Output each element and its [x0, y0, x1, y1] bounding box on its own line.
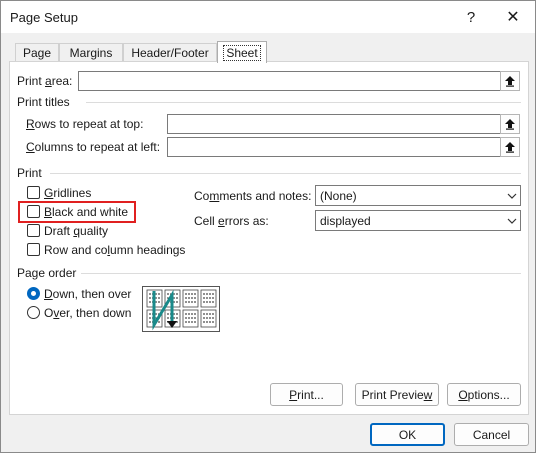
down-then-over-radio[interactable] [27, 287, 40, 300]
over-then-down-label: Over, then down [44, 306, 132, 320]
cell-errors-label: Cell errors as: [194, 214, 269, 228]
row-column-headings-checkbox[interactable] [27, 243, 40, 256]
print-area-label: Print area: [17, 74, 73, 88]
comments-select-value: (None) [320, 188, 357, 203]
tab-sheet[interactable]: Sheet [217, 41, 267, 63]
cols-repeat-label: Columns to repeat at left: [26, 140, 161, 154]
highlight-box [18, 201, 136, 223]
comments-label: Comments and notes: [194, 189, 312, 203]
collapse-arrow-icon [505, 142, 515, 153]
cols-repeat-collapse-button[interactable] [500, 137, 520, 157]
row-column-headings-label: Row and column headings [44, 243, 186, 257]
chevron-down-icon [502, 186, 520, 205]
print-preview-button[interactable]: Print Previe w [355, 383, 439, 406]
help-button[interactable]: ? [449, 3, 493, 31]
print-area-input[interactable] [78, 71, 502, 91]
print-titles-heading: Print titles [17, 95, 70, 109]
title-bar: Page Setup ? ✕ [1, 1, 535, 33]
close-button[interactable]: ✕ [491, 3, 535, 31]
tab-page[interactable]: Page [15, 43, 59, 62]
page-setup-dialog: Page Setup ? ✕ Page Margins Header/Foote… [0, 0, 536, 453]
comments-select[interactable]: (None) [315, 185, 521, 206]
print-button[interactable]: Print... [270, 383, 343, 406]
draft-quality-checkbox[interactable] [27, 224, 40, 237]
ok-button[interactable]: OK [370, 423, 445, 446]
collapse-arrow-icon [505, 76, 515, 87]
tab-header-footer[interactable]: Header/Footer [123, 43, 217, 62]
tab-sheet-label: Sheet [223, 44, 261, 61]
print-divider [50, 173, 521, 174]
rows-repeat-collapse-button[interactable] [500, 114, 520, 134]
rows-repeat-input[interactable] [167, 114, 502, 134]
collapse-arrow-icon [505, 119, 515, 130]
cancel-button[interactable]: Cancel [454, 423, 529, 446]
print-heading: Print [17, 166, 42, 180]
print-area-collapse-button[interactable] [500, 71, 520, 91]
page-order-heading: Page order [17, 266, 77, 280]
over-then-down-radio[interactable] [27, 306, 40, 319]
page-order-divider [81, 273, 521, 274]
sheet-panel: Print area: Print titles Rows to repeat … [9, 61, 529, 415]
page-order-preview-icon [142, 286, 220, 332]
gridlines-checkbox[interactable] [27, 186, 40, 199]
chevron-down-icon [502, 211, 520, 230]
tab-margins[interactable]: Margins [59, 43, 123, 62]
down-then-over-label: Down, then over [44, 287, 132, 301]
draft-quality-label: Draft quality [44, 224, 109, 238]
print-titles-divider [86, 102, 521, 103]
rows-repeat-label: Rows to repeat at top: [26, 117, 144, 131]
cell-errors-select-value: displayed [320, 213, 371, 228]
window-title: Page Setup [10, 10, 78, 25]
cols-repeat-input[interactable] [167, 137, 502, 157]
cell-errors-select[interactable]: displayed [315, 210, 521, 231]
options-button[interactable]: Options... [447, 383, 521, 406]
gridlines-label: Gridlines [44, 186, 92, 200]
